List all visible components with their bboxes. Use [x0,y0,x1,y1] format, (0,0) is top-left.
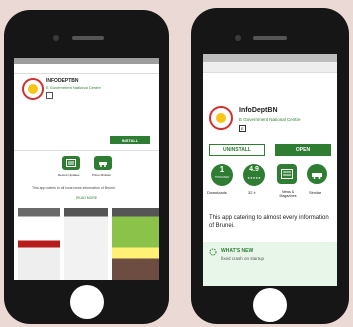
developer-name: E Government National Centre [239,117,301,122]
prime-minister-tile[interactable] [94,156,112,170]
stat-downloads: 1 THOUSAND [211,164,233,186]
similar-apps-icon [312,173,322,179]
content-rating-badge: E [239,125,246,132]
cars-icon [99,162,107,167]
similar-label: Similar [309,190,322,195]
content-rating-badge [46,92,53,99]
right-home-button[interactable] [253,288,287,322]
developer-name: E Government National Centre [46,85,101,90]
tile-label-pm: Prime Minister [92,173,112,177]
app-logo [22,78,44,100]
right-camera [235,35,241,41]
app-description: This app caters to all local news inform… [32,186,116,190]
app-logo [209,106,233,130]
downloads-value: 1 [219,165,225,174]
screenshot-3[interactable] [112,208,159,280]
scene: { "left": { "app_name": "INFODEPTBN", "d… [0,0,353,327]
whats-new-title: WHAT'S NEW [221,248,254,254]
screenshot-1[interactable] [18,208,60,280]
right-speaker [253,36,287,40]
news-magazines-icon [281,169,293,179]
recent-updates-tile[interactable] [62,156,80,170]
news-icon [66,159,76,167]
category-label: News & Magazines [279,190,297,198]
uninstall-button[interactable]: UNINSTALL [209,144,265,156]
left-screen: INFODEPTBN E Government National Centre … [14,58,159,280]
rating-stars: ★★★★★ [247,176,261,180]
left-speaker [72,36,104,40]
sparkle-icon [209,248,217,256]
rating-value: 4.9 [249,166,259,173]
downloads-sub: THOUSAND [214,176,230,179]
left-home-button[interactable] [70,285,104,319]
app-bar [203,62,337,73]
install-button[interactable]: INSTALL [110,136,150,144]
downloads-label: Downloads [207,190,227,195]
status-bar [203,54,337,62]
open-button[interactable]: OPEN [275,144,331,156]
right-screen: InfoDeptBN E Government National Centre … [203,54,337,286]
app-description: This app catering to almost every inform… [209,215,329,229]
rating-label: 32 ± [248,190,256,195]
left-camera [53,35,59,41]
whats-new-text: fixed crash on startup [221,256,265,261]
left-phone: INFODEPTBN E Government National Centre … [4,10,169,324]
app-bar [14,64,159,74]
screenshot-2[interactable] [64,208,108,280]
stat-rating: 4.9 ★★★★★ [243,164,265,186]
app-name: INFODEPTBN [46,78,79,84]
whats-new-section[interactable]: WHAT'S NEW fixed crash on startup [203,242,337,286]
app-name: InfoDeptBN [239,107,278,114]
right-phone: InfoDeptBN E Government National Centre … [191,8,349,324]
category-tile[interactable] [277,164,297,184]
read-more-link[interactable]: READ MORE [76,196,97,200]
tile-label-recent: Recent Updates [58,173,80,177]
similar-tile[interactable] [307,164,327,184]
